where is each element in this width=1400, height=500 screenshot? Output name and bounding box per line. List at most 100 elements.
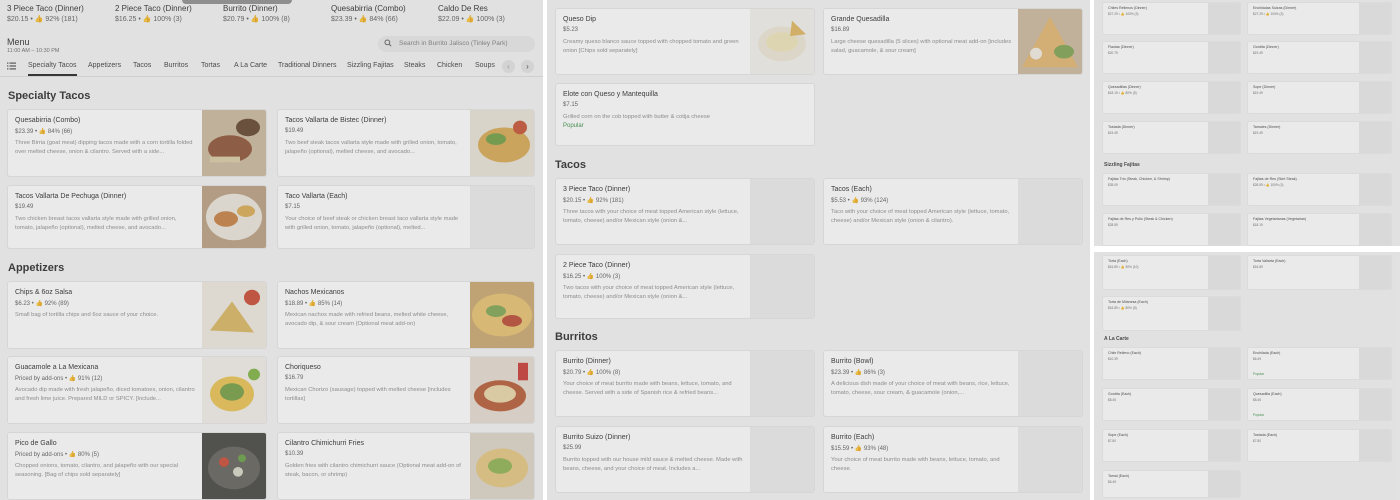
- tab-chicken[interactable]: Chicken: [437, 62, 462, 69]
- menu-item-card[interactable]: Quesadilla (Each) $8.45 Popular: [1247, 388, 1392, 421]
- menu-item-card[interactable]: Chiles Rellenos (Dinner) $27.29 • 👍 100%…: [1102, 2, 1241, 35]
- tab-tacos[interactable]: Tacos: [133, 62, 151, 69]
- item-name: Flautas (Dinner): [1108, 45, 1134, 49]
- menu-item-card[interactable]: Burrito (Bowl) $23.39 • 👍 86% (3) A deli…: [823, 350, 1083, 417]
- featured-item[interactable]: 2 Piece Taco (Dinner) $16.25 • 👍 100% (3…: [115, 4, 192, 23]
- menu-item-card[interactable]: Sope (Dinner) $19.49: [1247, 81, 1392, 114]
- menu-item-card[interactable]: Gordita (Dinner) $19.49: [1247, 41, 1392, 74]
- menu-item-card[interactable]: Torta Vallarta (Each) $16.89: [1247, 255, 1392, 290]
- menu-item-card[interactable]: Fajitas Vegetarianas (Vegetarian) $18.19: [1247, 213, 1392, 246]
- tab-tortas[interactable]: Tortas: [201, 62, 220, 69]
- item-name: Burrito (Dinner): [563, 358, 611, 365]
- menu-item-card[interactable]: Choriqueso $16.79 Mexican Chorizo (sausa…: [277, 356, 535, 424]
- section-title-specialty-tacos: Specialty Tacos: [8, 90, 91, 102]
- menu-item-card[interactable]: Cilantro Chimichurri Fries $10.39 Golden…: [277, 432, 535, 500]
- item-photo-placeholder: [1359, 174, 1391, 205]
- featured-item-meta: $22.09 • 👍 100% (3): [438, 16, 505, 23]
- item-photo-placeholder: [1018, 351, 1082, 416]
- item-name: 3 Piece Taco (Dinner): [563, 186, 631, 193]
- section-title-sizzling-fajitas: Sizzling Fajitas: [1104, 162, 1140, 168]
- item-name: Chips & 6oz Salsa: [15, 289, 73, 296]
- menu-item-card[interactable]: 3 Piece Taco (Dinner) $20.15 • 👍 92% (18…: [555, 178, 815, 245]
- menu-item-card[interactable]: Torta (Each) $16.89 • 👍 90% (10): [1102, 255, 1241, 290]
- item-meta: $5.53 • 👍 93% (124): [831, 198, 889, 204]
- item-meta: $8.45: [1253, 398, 1261, 402]
- item-name: Quesadillas (Dinner): [1108, 85, 1141, 89]
- item-name: Taco Vallarta (Each): [285, 193, 348, 200]
- item-meta: $16.79: [285, 375, 304, 381]
- menu-item-card[interactable]: Pico de Gallo Priced by add-ons • 👍 80% …: [7, 432, 267, 500]
- item-name: Cilantro Chimichurri Fries: [285, 440, 364, 447]
- tab-soups[interactable]: Soups: [475, 62, 495, 69]
- menu-item-card[interactable]: Torta de Milanesa (Each) $16.89 • 👍 80% …: [1102, 296, 1241, 331]
- menu-item-card[interactable]: Tamal (Each) $6.49: [1102, 470, 1241, 498]
- item-meta: $19.49: [15, 204, 34, 210]
- menu-item-card[interactable]: Fajitas Trio (Steak, Chicken, & Shrimp) …: [1102, 173, 1241, 206]
- menu-item-card[interactable]: Enchiladas Suizas (Dinner) $27.29 • 👍 10…: [1247, 2, 1392, 35]
- item-name: Gordita (Dinner): [1253, 45, 1279, 49]
- item-name: Enchilada (Each): [1253, 351, 1281, 355]
- item-description: Golden fries with cilantro chimichurri s…: [285, 463, 461, 478]
- item-name: Quesabirria (Combo): [15, 117, 81, 124]
- menu-item-card[interactable]: Elote con Queso y Mantequilla $7.15 Gril…: [555, 83, 815, 146]
- tab-steaks[interactable]: Steaks: [404, 62, 425, 69]
- item-description: Burrito topped with our house mild sauce…: [563, 457, 743, 472]
- menu-item-card[interactable]: Flautas (Dinner) $20.79: [1102, 41, 1241, 74]
- menu-item-card[interactable]: Tacos (Each) $5.53 • 👍 93% (124) Taco wi…: [823, 178, 1083, 245]
- menu-item-card[interactable]: Tamales (Dinner) $19.49: [1247, 121, 1392, 154]
- menu-item-card[interactable]: Fajitas de Res (Skirt Steak) $28.59 • 👍 …: [1247, 173, 1392, 206]
- menu-item-card[interactable]: Burrito (Dinner) $20.79 • 👍 100% (8) You…: [555, 350, 815, 417]
- item-meta: $16.89: [831, 27, 850, 33]
- item-meta: $5.23: [563, 27, 579, 33]
- item-name: 2 Piece Taco (Dinner): [563, 262, 631, 269]
- menu-item-card[interactable]: Chile Relleno (Each) $10.39: [1102, 347, 1241, 380]
- featured-item-name: Burrito (Dinner): [223, 4, 278, 13]
- menu-item-card[interactable]: Nachos Mexicanos $18.89 • 👍 85% (14) Mex…: [277, 281, 535, 349]
- tab-sizzling-fajitas[interactable]: Sizzling Fajitas: [347, 62, 394, 69]
- item-name: Burrito (Each): [831, 434, 875, 441]
- item-description: A delicious dish made of your choice of …: [831, 381, 1010, 396]
- menu-item-card[interactable]: Grande Quesadilla $16.89 Large cheese qu…: [823, 8, 1083, 75]
- featured-item[interactable]: 3 Piece Taco (Dinner) $20.15 • 👍 92% (18…: [7, 4, 84, 23]
- item-photo-placeholder: [1359, 430, 1391, 461]
- menu-item-card[interactable]: 2 Piece Taco (Dinner) $16.25 • 👍 100% (3…: [555, 254, 815, 319]
- featured-item[interactable]: Burrito (Dinner) $20.79 • 👍 100% (8): [223, 4, 290, 23]
- item-photo-placeholder: [1359, 348, 1391, 379]
- menu-item-card[interactable]: Tacos Vallarta De Pechuga (Dinner) $19.4…: [7, 185, 267, 249]
- popular-badge: Popular: [1253, 372, 1264, 376]
- item-description: Your choice of beef steak or chicken bre…: [285, 216, 459, 231]
- search-input[interactable]: Search in Burrito Jalisco (Tinley Park): [378, 36, 535, 52]
- arrow-left-icon[interactable]: ‹: [502, 60, 515, 73]
- menu-item-card[interactable]: Fajitas de Res y Pollo (Steak & Chicken)…: [1102, 213, 1241, 246]
- tab-a-la-carte[interactable]: A La Carte: [234, 62, 267, 69]
- item-photo-placeholder: [1208, 122, 1240, 153]
- list-icon[interactable]: [7, 62, 16, 70]
- featured-item[interactable]: Quesabirria (Combo) $23.39 • 👍 84% (66): [331, 4, 406, 23]
- section-title-burritos: Burritos: [555, 331, 598, 343]
- menu-item-card[interactable]: Burrito (Each) $15.59 • 👍 93% (48) Your …: [823, 426, 1083, 493]
- menu-item-card[interactable]: Quesadillas (Dinner) $18.19 • 👍 80% (5): [1102, 81, 1241, 114]
- menu-item-card[interactable]: Tacos Vallarta de Bistec (Dinner) $19.49…: [277, 109, 535, 177]
- menu-item-card[interactable]: Guacamole a La Mexicana Priced by add-on…: [7, 356, 267, 424]
- menu-item-card[interactable]: Burrito Suizo (Dinner) $25.99 Burrito to…: [555, 426, 815, 493]
- item-name: Sope (Each): [1108, 433, 1128, 437]
- menu-item-card[interactable]: Taco Vallarta (Each) $7.15 Your choice o…: [277, 185, 535, 249]
- menu-item-card[interactable]: Sope (Each) $7.80: [1102, 429, 1241, 462]
- menu-item-card[interactable]: Chips & 6oz Salsa $6.23 • 👍 92% (89) Sma…: [7, 281, 267, 349]
- menu-item-card[interactable]: Queso Dip $5.23 Creamy queso blanco sauc…: [555, 8, 815, 75]
- menu-item-card[interactable]: Gordita (Each) $8.45: [1102, 388, 1241, 421]
- tab-specialty-tacos[interactable]: Specialty Tacos: [28, 62, 77, 76]
- menu-item-card[interactable]: Tostada (Dinner) $19.49: [1102, 121, 1241, 154]
- menu-item-card[interactable]: Enchilada (Each) $6.49 Popular: [1247, 347, 1392, 380]
- tab-appetizers[interactable]: Appetizers: [88, 62, 121, 69]
- item-photo-placeholder: [750, 427, 814, 492]
- tab-burritos[interactable]: Burritos: [164, 62, 188, 69]
- item-meta: $28.59: [1108, 223, 1118, 227]
- menu-item-card[interactable]: Quesabirria (Combo) $23.39 • 👍 84% (66) …: [7, 109, 267, 177]
- item-photo-placeholder: [1359, 3, 1391, 34]
- item-name: Tacos Vallarta de Bistec (Dinner): [285, 117, 387, 124]
- featured-item[interactable]: Caldo De Res $22.09 • 👍 100% (3): [438, 4, 505, 23]
- arrow-right-icon[interactable]: ›: [521, 60, 534, 73]
- menu-item-card[interactable]: Tostada (Each) $7.80: [1247, 429, 1392, 462]
- tab-traditional-dinners[interactable]: Traditional Dinners: [278, 62, 337, 69]
